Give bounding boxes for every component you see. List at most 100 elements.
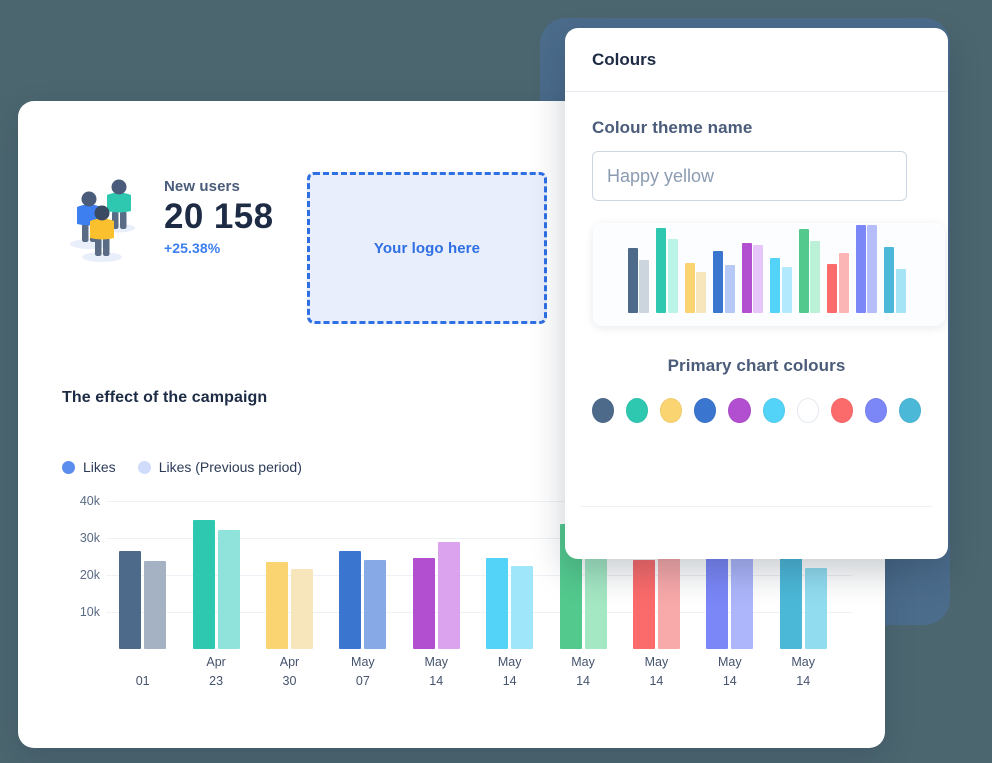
stat-value: 20 158 — [164, 197, 274, 237]
chart-bar[interactable] — [265, 562, 288, 649]
stat-text-block: New users 20 158 +25.38% — [164, 178, 273, 255]
preview-bar — [781, 267, 792, 313]
chart-legend: Likes Likes (Previous period) — [62, 459, 302, 475]
chart-bar[interactable] — [364, 560, 387, 649]
colour-swatch-red[interactable] — [830, 398, 853, 423]
preview-bar — [895, 269, 906, 313]
chart-bar[interactable] — [339, 550, 362, 649]
preview-bar — [810, 241, 820, 313]
campaign-chart-title: The effect of the campaign — [62, 389, 268, 406]
legend-item-likes-previous[interactable]: Likes (Previous period) — [137, 459, 302, 475]
legend-dot-icon — [62, 460, 75, 474]
legend-label: Likes (Previous period) — [158, 459, 302, 475]
x-axis-label: May 14 — [497, 655, 522, 688]
x-axis-label: 01 — [135, 673, 150, 688]
preview-bar-group — [884, 247, 906, 313]
x-axis-label: Apr 23 — [206, 655, 226, 688]
colour-swatch-cyan[interactable] — [762, 398, 785, 423]
preview-bar — [884, 247, 894, 313]
bar-group[interactable] — [179, 501, 252, 649]
colour-swatch-blue[interactable] — [694, 398, 717, 423]
preview-bar — [696, 272, 706, 313]
chart-bar[interactable] — [486, 557, 509, 649]
colour-swatch-light-blue[interactable] — [898, 398, 921, 423]
preview-bar — [770, 258, 780, 313]
x-axis-label: May 14 — [424, 655, 449, 688]
theme-name-label: Colour theme name — [592, 118, 753, 137]
bar-group[interactable] — [326, 501, 399, 649]
chart-bar[interactable] — [217, 529, 240, 649]
chart-bar[interactable] — [511, 566, 534, 649]
chart-bar[interactable] — [437, 542, 460, 649]
preview-bar-group — [770, 258, 792, 313]
y-axis-tick: 30k — [79, 531, 100, 545]
chart-preview-card — [593, 223, 945, 326]
colours-dialog: Colours Colour theme name Primary chart … — [565, 28, 948, 559]
colour-swatch-periwinkle[interactable] — [864, 398, 887, 423]
chart-bar[interactable] — [192, 520, 215, 649]
legend-item-likes[interactable]: Likes — [62, 459, 116, 475]
x-axis-label: Apr 30 — [279, 655, 300, 688]
dialog-header: Colours — [565, 28, 948, 92]
preview-bar-group — [656, 228, 678, 313]
logo-dropzone[interactable]: Your logo here — [307, 172, 547, 324]
screen-root: New users 20 158 +25.38% Your logo here … — [0, 0, 992, 763]
preview-bar — [713, 251, 723, 313]
preview-bar — [741, 243, 752, 313]
people-illustration-icon — [62, 171, 138, 263]
y-axis: 10k 20k 30k 40k — [62, 494, 106, 649]
chart-bar[interactable] — [412, 557, 435, 649]
chart-bar[interactable] — [290, 568, 313, 649]
stat-delta: +25.38% — [164, 239, 221, 256]
bar-group[interactable] — [106, 501, 179, 649]
legend-label: Likes — [83, 459, 116, 475]
y-axis-tick: 10k — [79, 605, 100, 619]
colour-swatch-slate[interactable] — [592, 398, 615, 423]
preview-bar — [684, 263, 695, 313]
bar-group[interactable] — [253, 501, 326, 649]
x-axis-label: May 14 — [644, 655, 669, 688]
bar-group[interactable] — [473, 501, 546, 649]
bar-group[interactable] — [400, 501, 473, 649]
preview-bar-group — [855, 225, 877, 313]
y-axis-tick: 20k — [79, 568, 100, 582]
theme-name-input[interactable] — [592, 151, 907, 201]
chart-bar[interactable] — [632, 560, 655, 649]
x-axis-label: May 14 — [718, 655, 742, 688]
preview-bar — [627, 248, 638, 313]
chart-bar[interactable] — [119, 550, 142, 649]
colour-swatch-teal[interactable] — [626, 398, 649, 423]
chart-bar[interactable] — [144, 560, 167, 649]
colour-swatch-purple[interactable] — [728, 398, 751, 423]
preview-bar — [724, 265, 735, 313]
preview-bar — [656, 228, 666, 313]
colour-swatch-white[interactable] — [796, 398, 819, 423]
dialog-title: Colours — [592, 49, 657, 69]
x-axis-label: May 14 — [791, 655, 816, 688]
primary-chart-colours-label: Primary chart colours — [667, 356, 846, 375]
logo-dropzone-label: Your logo here — [373, 239, 481, 257]
x-axis-label: May 14 — [571, 655, 595, 688]
colour-swatch-yellow[interactable] — [660, 398, 683, 423]
preview-bar-group — [741, 243, 763, 313]
preview-bar-group — [798, 229, 820, 313]
preview-bar — [798, 229, 809, 313]
preview-bar-group — [713, 251, 735, 313]
preview-bar — [667, 239, 678, 313]
dialog-body: Colour theme name Primary chart colours — [565, 92, 948, 423]
preview-bar — [855, 225, 866, 313]
legend-dot-icon — [137, 460, 151, 474]
y-axis-tick: 40k — [79, 494, 100, 508]
x-axis: 01 Apr 23 Apr 30 May 07 May 14 May 14 May 14 May 14 May… — [106, 653, 852, 691]
chart-bar[interactable] — [804, 567, 827, 649]
stat-label: New users — [164, 178, 240, 196]
preview-bar — [753, 245, 763, 313]
preview-bar — [867, 225, 877, 313]
preview-bar-group — [627, 248, 649, 313]
preview-bar — [838, 253, 849, 313]
preview-bar-group — [827, 253, 849, 313]
colour-swatch-row — [592, 398, 921, 423]
new-users-stat: New users 20 158 +25.38% — [62, 171, 273, 263]
x-axis-label: May 07 — [351, 655, 375, 688]
preview-bar — [639, 260, 649, 313]
